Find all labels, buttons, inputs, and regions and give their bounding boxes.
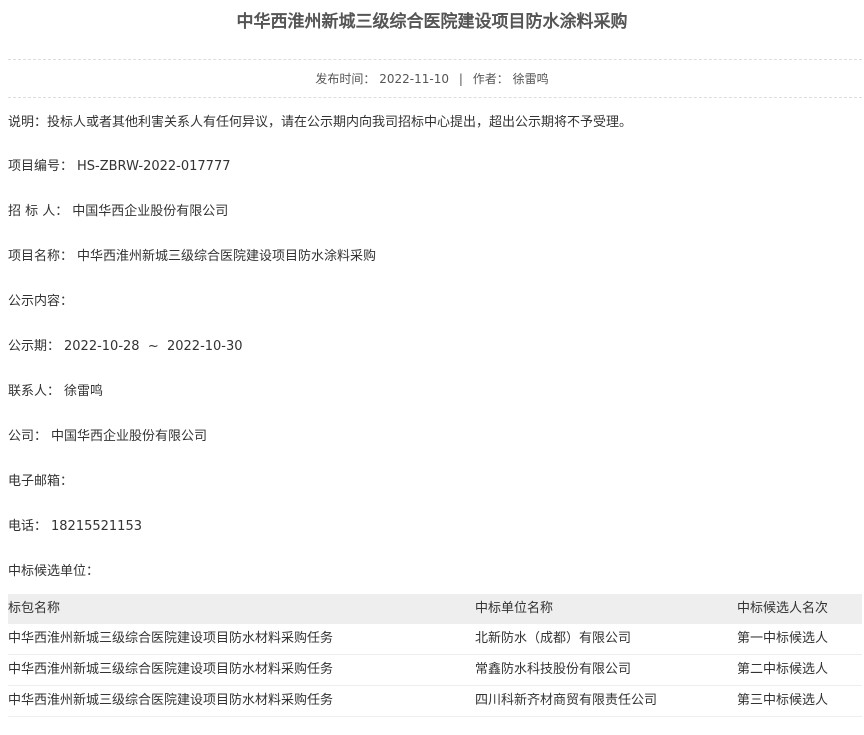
- candidates-label: 中标候选单位：: [8, 564, 100, 579]
- cell-winner-name: 四川科新齐材商贸有限责任公司: [475, 693, 658, 708]
- publish-meta: 发布时间： 2022-11-10 | 作者： 徐雷鸣: [0, 71, 864, 87]
- field-contact: 联系人： 徐雷鸣: [8, 383, 103, 401]
- page-title: 中华西淮州新城三级综合医院建设项目防水涂料采购: [236, 12, 628, 32]
- field-value: 18215521153: [51, 519, 142, 534]
- field-label: 招 标 人：: [8, 204, 69, 219]
- cell-package-name: 中华西淮州新城三级综合医院建设项目防水材料采购任务: [8, 631, 334, 646]
- field-value: 中国华西企业股份有限公司: [72, 204, 229, 219]
- field-phone: 电话： 18215521153: [8, 518, 142, 536]
- cell-winner-name: 常鑫防水科技股份有限公司: [475, 662, 632, 677]
- cell-rank: 第三中标候选人: [737, 693, 829, 708]
- table-row: 中华西淮州新城三级综合医院建设项目防水材料采购任务 四川科新齐材商贸有限责任公司…: [8, 686, 862, 717]
- field-label: 项目名称：: [8, 249, 74, 264]
- publish-label: 发布时间：: [315, 72, 376, 86]
- field-period: 公示期： 2022-10-28 ~ 2022-10-30: [8, 338, 243, 356]
- header-rank: 中标候选人名次: [737, 601, 829, 616]
- field-label: 公司：: [8, 429, 48, 444]
- table-row: 中华西淮州新城三级综合医院建设项目防水材料采购任务 常鑫防水科技股份有限公司 第…: [8, 655, 862, 686]
- field-company: 公司： 中国华西企业股份有限公司: [8, 428, 207, 446]
- field-project-name: 项目名称： 中华西淮州新城三级综合医院建设项目防水涂料采购: [8, 248, 376, 266]
- cell-rank: 第一中标候选人: [737, 631, 829, 646]
- cell-package-name: 中华西淮州新城三级综合医院建设项目防水材料采购任务: [8, 693, 334, 708]
- notice-text: 说明：投标人或者其他利害关系人有任何异议，请在公示期内向我司招标中心提出，超出公…: [8, 114, 632, 132]
- field-content: 公示内容：: [8, 293, 77, 311]
- author-name: 徐雷鸣: [512, 72, 549, 86]
- notice-value: 说明：投标人或者其他利害关系人有任何异议，请在公示期内向我司招标中心提出，超出公…: [8, 115, 633, 130]
- author-label: 作者：: [472, 72, 509, 86]
- candidates-table: 标包名称 中标单位名称 中标候选人名次 中华西淮州新城三级综合医院建设项目防水材…: [8, 594, 862, 717]
- field-value: HS-ZBRW-2022-017777: [77, 159, 231, 174]
- field-project-no: 项目编号： HS-ZBRW-2022-017777: [8, 158, 230, 176]
- publish-date: 2022-11-10: [379, 72, 450, 86]
- field-label: 联系人：: [8, 384, 61, 399]
- cell-winner-name: 北新防水（成都）有限公司: [475, 631, 632, 646]
- table-header-row: 标包名称 中标单位名称 中标候选人名次: [8, 594, 862, 624]
- field-label: 项目编号：: [8, 159, 74, 174]
- field-value: 中国华西企业股份有限公司: [51, 429, 208, 444]
- field-value: 2022-10-28 ~ 2022-10-30: [64, 339, 243, 354]
- top-divider: [8, 59, 862, 60]
- header-winner-name: 中标单位名称: [475, 601, 554, 616]
- field-label: 公示期：: [8, 339, 61, 354]
- cell-rank: 第二中标候选人: [737, 662, 829, 677]
- table-row: 中华西淮州新城三级综合医院建设项目防水材料采购任务 北新防水（成都）有限公司 第…: [8, 624, 862, 655]
- field-value: 中华西淮州新城三级综合医院建设项目防水涂料采购: [77, 249, 377, 264]
- field-email: 电子邮箱：: [8, 473, 77, 491]
- cell-package-name: 中华西淮州新城三级综合医院建设项目防水材料采购任务: [8, 662, 334, 677]
- field-label: 电子邮箱：: [8, 474, 74, 489]
- meta-divider: [8, 97, 862, 98]
- header-package-name: 标包名称: [8, 601, 61, 616]
- field-tenderer: 招 标 人： 中国华西企业股份有限公司: [8, 203, 228, 221]
- field-label: 电话：: [8, 519, 48, 534]
- field-value: 徐雷鸣: [64, 384, 104, 399]
- meta-separator: |: [458, 72, 463, 86]
- field-label: 公示内容：: [8, 294, 74, 309]
